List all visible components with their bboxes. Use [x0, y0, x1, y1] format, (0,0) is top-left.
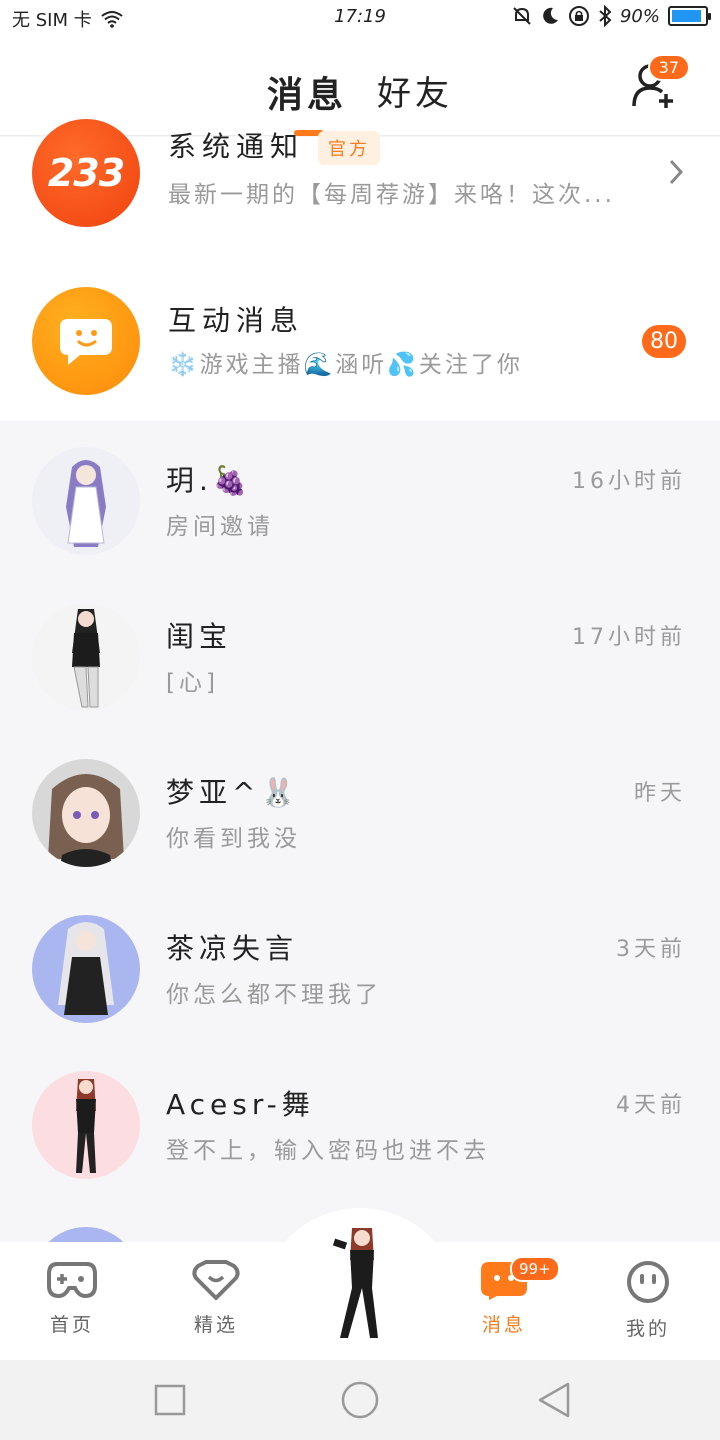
official-list: 233 系统通知 官方 最新一期的【每周荐游】来咯！这次... 互动消息 ❄️游戏…: [0, 119, 720, 421]
tab-messages[interactable]: 消息: [267, 66, 347, 118]
logo-233-icon: 233: [32, 119, 140, 227]
add-friend-badge: 37: [647, 54, 690, 81]
system-notice-name: 系统通知: [168, 130, 305, 163]
status-right: 90%: [512, 5, 711, 27]
chat-row[interactable]: Acesr-舞 登不上，输入密码也进不去 4天前: [0, 1045, 720, 1201]
rotation-lock-icon: [568, 6, 589, 26]
system-notice-title: 系统通知 官方: [168, 125, 381, 165]
nav-profile-label: 我的: [625, 1318, 670, 1340]
system-nav-bar: [0, 1360, 720, 1440]
battery-percent: 90%: [619, 5, 660, 27]
nav-featured[interactable]: 精选: [166, 1260, 266, 1337]
status-bar: 无 SIM 卡 17:19 90%: [0, 0, 720, 36]
nav-profile[interactable]: 我的: [598, 1260, 698, 1341]
chat-time: 昨天: [633, 781, 686, 806]
bluetooth-icon: [599, 5, 612, 27]
battery-fill: [672, 10, 701, 22]
battery-icon: [668, 6, 711, 26]
avatar: [32, 1071, 140, 1179]
chat-name: 茶凉失言: [166, 932, 299, 965]
avatar: [32, 603, 140, 711]
chat-time: 16小时前: [572, 469, 686, 494]
avatar-figure: [76, 1079, 96, 1173]
moon-icon: [543, 7, 558, 24]
chat-row[interactable]: 茶凉失言 你怎么都不理我了 3天前: [0, 889, 720, 1045]
recent-apps-icon[interactable]: [154, 1384, 186, 1416]
system-notice-row[interactable]: 233 系统通知 官方 最新一期的【每周荐游】来咯！这次...: [0, 117, 720, 257]
system-notice-message: 最新一期的【每周荐游】来咯！这次...: [168, 182, 615, 208]
chat-message: 房间邀请: [166, 514, 274, 540]
back-icon[interactable]: [534, 1380, 574, 1420]
chat-message: [心]: [166, 670, 219, 696]
interaction-row[interactable]: 互动消息 ❄️游戏主播🌊涵听💦关注了你 80: [0, 275, 720, 415]
gamepad-icon: [47, 1262, 97, 1299]
chat-message: 你看到我没: [166, 826, 301, 852]
interaction-message: ❄️游戏主播🌊涵听💦关注了你: [168, 352, 523, 378]
interaction-title: 互动消息: [168, 304, 305, 337]
avatar: [32, 915, 140, 1023]
avatar-figure: [48, 774, 124, 867]
chat-time: 17小时前: [572, 625, 686, 650]
mute-bell-icon: [513, 7, 531, 25]
chevron-right-icon: [669, 159, 684, 185]
nav-featured-label: 精选: [193, 1314, 238, 1336]
avatar: [32, 447, 140, 555]
chat-time: 4天前: [616, 1093, 686, 1118]
heart-shield-icon: [192, 1260, 240, 1301]
nav-messages-label: 消息: [481, 1314, 526, 1336]
interaction-unread-badge: 80: [642, 325, 686, 358]
chat-name: 玥.🍇: [166, 464, 253, 497]
chat-row[interactable]: 梦亚^🐰 你看到我没 昨天: [0, 733, 720, 889]
official-tag: 官方: [318, 131, 381, 165]
nav-home-label: 首页: [49, 1314, 94, 1336]
messages-badge: 99+: [510, 1256, 560, 1282]
tab-friends[interactable]: 好友: [377, 66, 453, 118]
home-icon[interactable]: [340, 1380, 380, 1420]
avatar-figure: [72, 609, 100, 708]
chat-row[interactable]: 玥.🍇 房间邀请 16小时前: [0, 421, 720, 577]
chat-message: 登不上，输入密码也进不去: [166, 1138, 490, 1164]
chat-message: 你怎么都不理我了: [166, 982, 382, 1008]
chat-name: 梦亚^🐰: [166, 776, 301, 809]
center-avatar-button[interactable]: [300, 1222, 420, 1342]
tab-bar: 消息 好友: [0, 66, 720, 118]
chat-name: 闺宝: [166, 620, 233, 653]
logo-233-text: 233: [47, 151, 125, 195]
chat-row[interactable]: 闺宝 [心] 17小时前: [0, 577, 720, 733]
profile-face-icon: [627, 1261, 669, 1303]
avatar-figure: [58, 922, 114, 1015]
nav-home[interactable]: 首页: [22, 1260, 122, 1337]
chat-time: 3天前: [616, 937, 686, 962]
chat-bubble-svg: [60, 319, 112, 365]
chat-name: Acesr-舞: [166, 1088, 315, 1121]
chat-bubble-face-icon: [32, 287, 140, 395]
avatar-figure: [66, 460, 106, 547]
avatar: [32, 759, 140, 867]
